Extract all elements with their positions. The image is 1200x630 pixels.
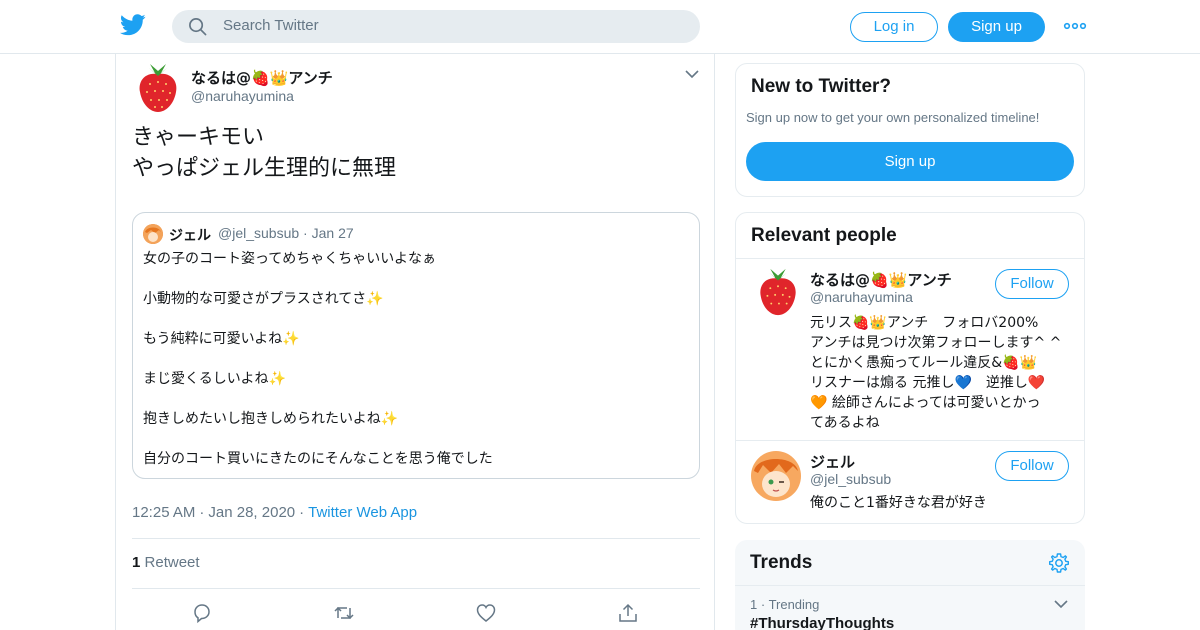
card-title: Relevant people <box>751 225 897 246</box>
tweet-date: Jan 28, 2020 <box>208 504 296 521</box>
tweet-text-line: きゃーキモい <box>132 125 265 150</box>
quoted-text-line: 小動物的な可愛さがプラスされてさ✨ <box>143 291 384 307</box>
trend-hashtag[interactable]: #ThursdayThoughts <box>750 615 894 630</box>
quoted-author-meta: @jel_subsub · Jan 27 <box>218 225 354 241</box>
divider <box>736 440 1084 441</box>
tweet-time: 12:25 AM <box>132 504 196 521</box>
retweet-label: Retweet <box>144 554 200 571</box>
relevant-people-card: Relevant people なるは@🍓👑アンチ @naruhayumina … <box>735 212 1085 524</box>
more-options-icon[interactable] <box>1063 16 1087 36</box>
quoted-text-line: もう純粋に可愛いよね✨ <box>143 331 300 347</box>
divider <box>735 585 1085 586</box>
person-bio: 俺のこと1番好きな君が好き <box>810 493 1072 513</box>
trend-label: Trending <box>768 597 820 612</box>
search-bar[interactable]: Search Twitter <box>172 10 700 43</box>
quoted-author-handle: @jel_subsub <box>218 225 300 241</box>
bio-line: 元リス🍓👑アンチ フォロバ200% <box>810 315 1039 331</box>
sidebar-signup-button[interactable]: Sign up <box>746 142 1074 181</box>
divider <box>736 258 1084 259</box>
tweet-detail: なるは@🍓👑アンチ @naruhayumina きゃーキモい やっぱジェル生理的… <box>115 54 715 630</box>
trends-card: Trends 1 · Trending #ThursdayThoughts <box>735 540 1085 630</box>
person-handle[interactable]: @jel_subsub <box>810 471 891 487</box>
retweet-count: 1 <box>132 554 141 571</box>
strawberry-avatar-icon[interactable] <box>136 62 180 114</box>
tweet-source-link[interactable]: Twitter Web App <box>308 504 417 521</box>
person-name[interactable]: なるは@🍓👑アンチ <box>810 269 952 290</box>
quoted-text-line: 女の子のコート姿ってめちゃくちゃいいよなぁ <box>143 251 437 267</box>
share-icon[interactable] <box>617 602 639 624</box>
quoted-text-line: 抱きしめたいし抱きしめられたいよね✨ <box>143 411 399 427</box>
top-bar: Search Twitter Log in Sign up <box>0 0 1200 54</box>
avatar <box>143 224 163 244</box>
signup-button[interactable]: Sign up <box>948 12 1045 42</box>
bio-line: てあるよね <box>810 415 880 431</box>
card-title: New to Twitter? <box>751 76 892 97</box>
author-name[interactable]: なるは@🍓👑アンチ <box>191 67 333 88</box>
quoted-tweet-text: 女の子のコート姿ってめちゃくちゃいいよなぁ 小動物的な可愛さがプラスされてさ✨ … <box>143 249 691 478</box>
search-icon <box>189 18 207 36</box>
tweet-text-line: やっぱジェル生理的に無理 <box>132 156 397 181</box>
trend-meta: 1 · Trending <box>750 597 820 612</box>
trend-rank: 1 <box>750 597 758 612</box>
search-input[interactable]: Search Twitter <box>223 17 319 34</box>
divider <box>132 588 700 589</box>
twitter-logo-icon[interactable] <box>120 14 146 36</box>
reply-icon[interactable] <box>191 602 213 624</box>
quoted-tweet[interactable]: ジェル @jel_subsub · Jan 27 女の子のコート姿ってめちゃくち… <box>132 212 700 479</box>
avatar[interactable] <box>751 451 801 501</box>
chevron-down-icon[interactable] <box>684 68 700 80</box>
card-subtitle: Sign up now to get your own personalized… <box>746 110 1040 125</box>
follow-button[interactable]: Follow <box>995 451 1069 481</box>
divider <box>132 538 700 539</box>
bio-line: リスナーは煽る 元推し💙 逆推し❤️ <box>810 375 1046 391</box>
tweet-metadata: 12:25 AM · Jan 28, 2020 · Twitter Web App <box>132 504 418 521</box>
bio-line: とにかく愚痴ってルール違反&🍓👑 <box>810 355 1038 371</box>
strawberry-avatar-icon[interactable] <box>754 267 802 317</box>
retweet-stats[interactable]: 1 Retweet <box>132 554 200 571</box>
quoted-author-name: ジェル <box>169 228 211 244</box>
gear-icon[interactable] <box>1048 552 1070 574</box>
quoted-text-line: まじ愛くるしいよね✨ <box>143 371 286 387</box>
card-title: Trends <box>750 552 813 573</box>
quoted-tweet-date: Jan 27 <box>311 225 354 241</box>
tweet-text: きゃーキモい やっぱジェル生理的に無理 <box>132 122 692 184</box>
retweet-icon[interactable] <box>333 602 355 624</box>
like-heart-icon[interactable] <box>475 602 497 624</box>
author-handle[interactable]: @naruhayumina <box>191 88 294 104</box>
bio-line: 🧡 絵師さんによっては可愛いとかっ <box>810 395 1041 411</box>
follow-button[interactable]: Follow <box>995 269 1069 299</box>
person-handle[interactable]: @naruhayumina <box>810 289 913 305</box>
login-button[interactable]: Log in <box>850 12 938 42</box>
new-to-twitter-card: New to Twitter? Sign up now to get your … <box>735 63 1085 197</box>
bio-line: アンチは見つけ次第フォローします^ ^ <box>810 335 1062 351</box>
quoted-text-line: 自分のコート買いにきたのにそんなことを思う俺でした <box>143 451 493 467</box>
person-bio: 元リス🍓👑アンチ フォロバ200% アンチは見つけ次第フォローします^ ^ とに… <box>810 313 1072 433</box>
person-name[interactable]: ジェル <box>810 451 855 472</box>
bio-line: 俺のこと1番好きな君が好き <box>810 495 987 511</box>
chevron-down-icon[interactable] <box>1053 598 1069 610</box>
